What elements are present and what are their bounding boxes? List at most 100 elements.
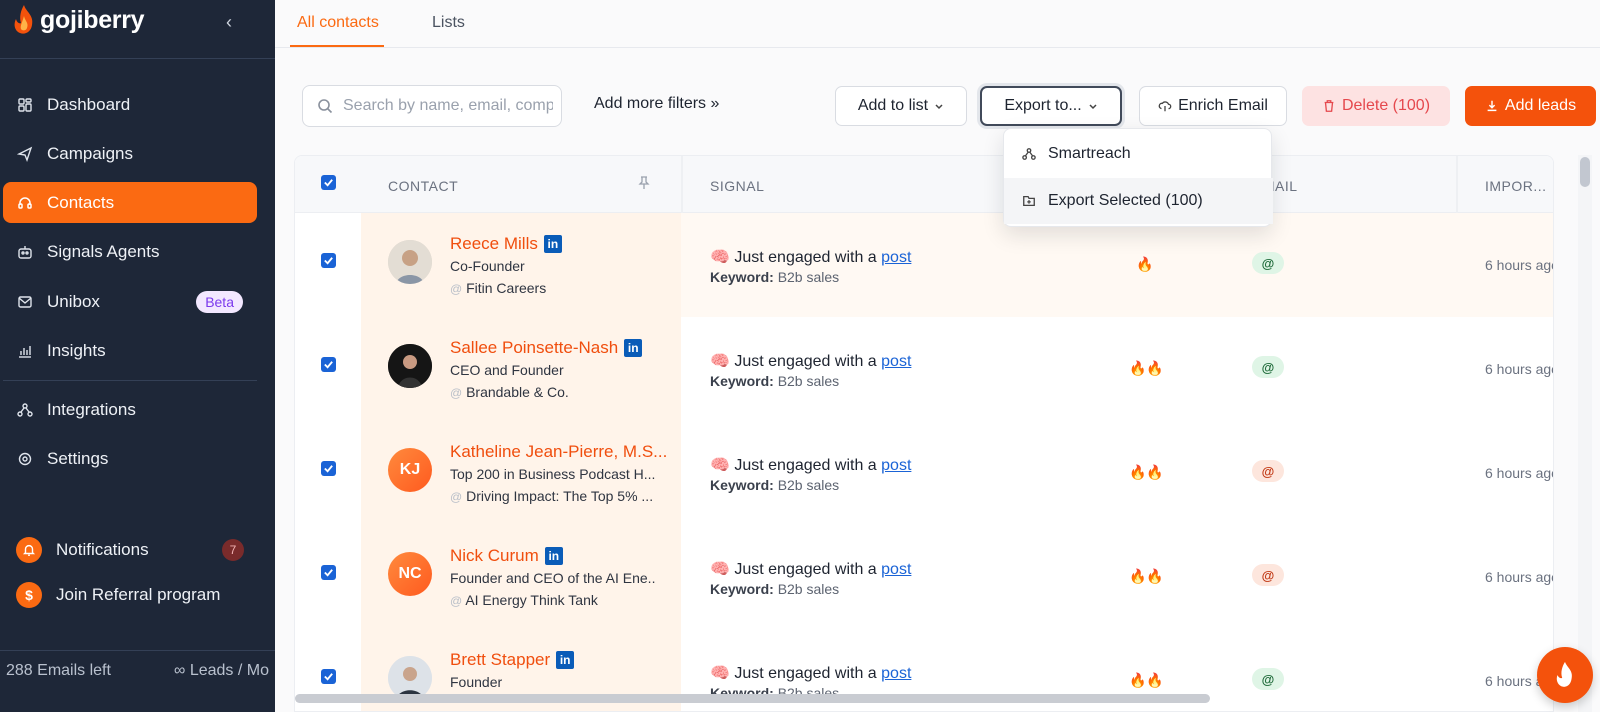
signal-text: 🧠 Just engaged with a post xyxy=(710,247,911,267)
export-to-button[interactable]: Export to... xyxy=(980,86,1122,126)
linkedin-icon[interactable]: in xyxy=(556,651,575,669)
add-more-filters-button[interactable]: Add more filters » xyxy=(594,95,719,113)
menu-item-export-selected[interactable]: Export Selected (100) xyxy=(1004,178,1273,224)
sidebar-item-signals-agents[interactable]: Signals Agents xyxy=(3,231,257,272)
sidebar-item-contacts[interactable]: Contacts xyxy=(3,182,257,223)
sidebar-item-label: Insights xyxy=(47,340,106,360)
contact-company: @ Brandable & Co. xyxy=(450,384,655,400)
contact-name-link[interactable]: Katheline Jean-Pierre, M.S... xyxy=(450,442,667,462)
leads-per-month-label: ∞ Leads / Mo xyxy=(173,662,269,679)
tab-all-contacts[interactable]: All contacts xyxy=(297,14,379,32)
column-header-signal[interactable]: SIGNAL xyxy=(710,178,764,194)
contact-name-link[interactable]: Nick Curum in xyxy=(450,546,563,566)
referral-button[interactable]: $ Join Referral program xyxy=(16,582,244,608)
enrich-email-button[interactable]: Enrich Email xyxy=(1139,86,1287,126)
row-checkbox[interactable] xyxy=(321,357,336,372)
signal-post-link[interactable]: post xyxy=(881,665,911,682)
at-icon: @ xyxy=(450,282,463,296)
signal-post-link[interactable]: post xyxy=(881,457,911,474)
contact-name: Katheline Jean-Pierre, M.S... xyxy=(450,442,668,461)
row-checkbox[interactable] xyxy=(321,253,336,268)
dollar-icon: $ xyxy=(16,582,42,608)
contact-title: Co-Founder xyxy=(450,258,525,274)
search-icon xyxy=(318,99,333,114)
contact-name: Reece Mills xyxy=(450,234,538,253)
sidebar-item-insights[interactable]: Insights xyxy=(3,330,257,371)
intent-score: 🔥🔥 xyxy=(1129,672,1164,688)
avatar xyxy=(388,240,432,284)
sidebar-item-integrations[interactable]: Integrations xyxy=(3,389,257,430)
contact-company: @ Fitin Careers xyxy=(450,280,655,296)
contact-title: Founder and CEO of the AI Ene... xyxy=(450,570,655,586)
email-status-badge[interactable]: @ xyxy=(1252,356,1284,378)
column-header-imported[interactable]: IMPOR... xyxy=(1485,178,1547,194)
vertical-scrollbar-thumb[interactable] xyxy=(1580,157,1590,187)
linkedin-icon[interactable]: in xyxy=(544,547,563,565)
keyword-value: B2b sales xyxy=(777,477,840,493)
row-checkbox[interactable] xyxy=(321,565,336,580)
sidebar-item-unibox[interactable]: Unibox Beta xyxy=(3,281,257,322)
search-input[interactable] xyxy=(343,97,553,115)
row-checkbox[interactable] xyxy=(321,461,336,476)
add-leads-button[interactable]: Add leads xyxy=(1465,86,1596,126)
email-status-badge[interactable]: @ xyxy=(1252,564,1284,586)
horizontal-scrollbar-thumb[interactable] xyxy=(295,694,1210,703)
row-checkbox[interactable] xyxy=(321,669,336,684)
tab-lists[interactable]: Lists xyxy=(432,14,465,32)
linkedin-icon[interactable]: in xyxy=(543,235,562,253)
email-status-badge[interactable]: @ xyxy=(1252,252,1284,274)
delete-label: Delete (100) xyxy=(1341,97,1431,114)
email-status-badge[interactable]: @ xyxy=(1252,460,1284,482)
collapse-sidebar-button[interactable]: ‹ xyxy=(214,8,244,38)
signal-post-link[interactable]: post xyxy=(881,249,911,266)
contact-title: Founder xyxy=(450,674,503,690)
trash-icon xyxy=(1324,100,1334,112)
contact-company: @ Driving Impact: The Top 5% ... xyxy=(450,488,655,504)
add-to-list-label: Add to list xyxy=(857,97,929,114)
support-chat-button[interactable] xyxy=(1537,647,1593,703)
pin-icon[interactable] xyxy=(638,176,650,190)
select-all-checkbox[interactable] xyxy=(321,175,336,190)
signal-post-link[interactable]: post xyxy=(881,561,911,578)
intent-score: 🔥 xyxy=(1136,256,1154,272)
keyword-label: Keyword: xyxy=(710,269,774,285)
imported-time: 6 hours ago xyxy=(1485,465,1554,481)
active-tab-indicator xyxy=(290,45,384,47)
delete-button[interactable]: Delete (100) xyxy=(1302,86,1450,126)
keyword-value: B2b sales xyxy=(777,269,840,285)
contact-name-link[interactable]: Sallee Poinsette-Nash in xyxy=(450,338,643,358)
sidebar-item-label: Signals Agents xyxy=(47,241,160,261)
sidebar-item-label: Unibox xyxy=(47,291,100,311)
contact-name-link[interactable]: Reece Mills in xyxy=(450,234,562,254)
notifications-count-badge: 7 xyxy=(222,539,244,561)
intent-score: 🔥🔥 xyxy=(1129,360,1164,376)
sidebar-item-dashboard[interactable]: Dashboard xyxy=(3,84,257,125)
sidebar-item-campaigns[interactable]: Campaigns xyxy=(3,133,257,174)
contact-name-link[interactable]: Brett Stapper in xyxy=(450,650,575,670)
notifications-button[interactable]: Notifications 7 xyxy=(16,537,244,563)
linkedin-icon[interactable]: in xyxy=(624,339,643,357)
table-header: CONTACT SIGNAL EMAIL IMPOR... xyxy=(295,156,1553,213)
sidebar-item-settings[interactable]: Settings xyxy=(3,438,257,479)
app-logo[interactable]: gojiberry xyxy=(12,4,145,36)
keyword-value: B2b sales xyxy=(777,373,840,389)
at-icon: @ xyxy=(450,594,463,608)
contact-title: Top 200 in Business Podcast H... xyxy=(450,466,655,482)
company-name: Fitin Careers xyxy=(466,280,547,296)
company-name: Driving Impact: The Top 5% ... xyxy=(466,488,654,504)
column-header-contact[interactable]: CONTACT xyxy=(388,178,458,194)
sidebar-item-label: Contacts xyxy=(47,192,115,212)
add-to-list-button[interactable]: Add to list xyxy=(835,86,967,126)
signal-description: 🧠 Just engaged with a xyxy=(710,665,877,682)
keyword-value: B2b sales xyxy=(777,581,840,597)
at-icon: @ xyxy=(450,386,463,400)
email-status-badge[interactable]: @ xyxy=(1252,668,1284,690)
check-icon xyxy=(324,361,333,369)
signal-text: 🧠 Just engaged with a post xyxy=(710,351,911,371)
menu-item-smartreach[interactable]: Smartreach xyxy=(1004,131,1273,177)
signal-post-link[interactable]: post xyxy=(881,353,911,370)
search-box[interactable] xyxy=(302,85,562,127)
flame-logo-icon xyxy=(14,5,33,34)
export-file-icon xyxy=(1023,195,1035,207)
vertical-scrollbar[interactable] xyxy=(1578,155,1592,712)
